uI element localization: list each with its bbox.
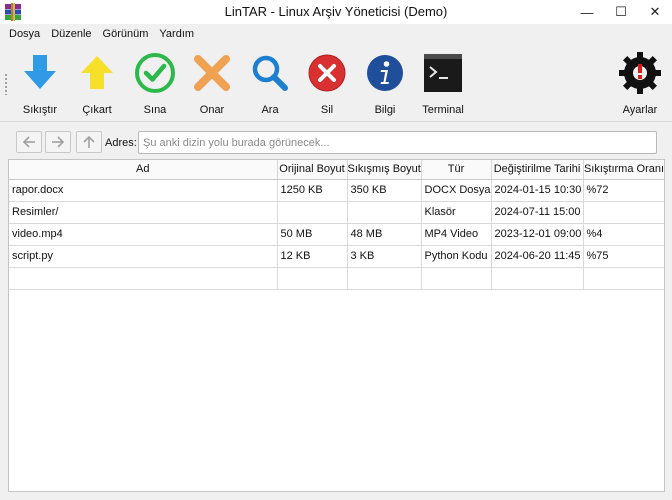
empty-cell [277,267,348,290]
settings-button[interactable]: Ayarlar [614,43,666,121]
search-label: Ara [261,104,279,116]
terminal-icon [424,54,462,92]
extract-label: Çıkart [82,104,112,116]
terminal-label: Terminal [422,104,464,116]
menu-dosya[interactable]: Dosya [4,28,46,40]
cell-original-size [277,201,348,224]
address-label: Adres: [105,137,137,149]
arrow-up-icon [81,56,113,89]
arrow-right-icon [52,136,65,148]
close-button[interactable]: ✕ [638,0,672,24]
cell-type: Klasör [421,201,492,224]
file-table: Ad Orijinal Boyut Sıkışmış Boyut Tür Değ… [8,159,665,492]
cell-compressed-size [347,201,422,224]
arrow-up-small-icon [83,135,95,148]
table-row[interactable]: Resimler/ Klasör 2024-07-11 15:00 [9,201,664,224]
delete-button[interactable]: Sil [305,43,349,121]
empty-cell [347,267,422,290]
cell-original-size: 1250 KB [277,179,348,202]
extract-button[interactable]: Çıkart [76,43,118,121]
column-header-modified[interactable]: Değiştirilme Tarihi [491,160,584,180]
empty-cell [9,267,278,290]
toolbar: Sıkıştır Çıkart Sına Onar Ara Sil Bilgi … [0,43,672,121]
arrow-left-icon [22,136,35,148]
menu-gorunum[interactable]: Görünüm [98,28,155,40]
info-label: Bilgi [374,104,396,116]
search-button[interactable]: Ara [248,43,292,121]
cell-modified: 2024-01-15 10:30 [491,179,584,202]
address-bar: Adres: [0,121,672,159]
info-circle-icon [367,55,403,91]
cell-type: Python Kodu [421,245,492,268]
delete-label: Sil [320,104,334,116]
forward-button[interactable] [45,131,71,153]
column-header-name[interactable]: Ad [9,160,278,180]
info-button[interactable]: Bilgi [363,43,407,121]
column-header-type[interactable]: Tür [421,160,492,180]
test-button[interactable]: Sına [133,43,177,121]
toolbar-grip[interactable] [4,73,8,95]
table-row[interactable]: rapor.docx 1250 KB 350 KB DOCX Dosyası 2… [9,179,664,202]
compress-label: Sıkıştır [22,104,58,116]
cell-ratio: %75 [583,245,664,268]
cell-compressed-size: 3 KB [347,245,422,268]
delete-circle-icon [308,54,346,92]
table-header-row: Ad Orijinal Boyut Sıkışmış Boyut Tür Değ… [9,160,664,180]
column-header-compressed-size[interactable]: Sıkışmış Boyut [347,160,422,180]
cell-original-size: 12 KB [277,245,348,268]
menu-yardim[interactable]: Yardım [154,28,200,40]
up-button[interactable] [76,131,102,153]
cell-type: DOCX Dosyası [421,179,492,202]
cell-name: video.mp4 [9,223,278,246]
cell-name: Resimler/ [9,201,278,224]
menu-bar: Dosya Düzenle Görünüm Yardım [0,24,672,43]
back-button[interactable] [16,131,42,153]
cell-ratio [583,201,664,224]
terminal-button[interactable]: Terminal [420,43,466,121]
column-header-ratio[interactable]: Sıkıştırma Oranı [583,160,664,180]
cell-name: rapor.docx [9,179,278,202]
address-input[interactable] [138,131,657,154]
cell-modified: 2023-12-01 09:00 [491,223,584,246]
cell-name: script.py [9,245,278,268]
minimize-button[interactable]: — [570,0,604,24]
empty-cell [421,267,492,290]
cell-compressed-size: 48 MB [347,223,422,246]
empty-table-row [9,267,664,290]
menu-duzenle[interactable]: Düzenle [46,28,97,40]
repair-button[interactable]: Onar [190,43,234,121]
cell-ratio: %4 [583,223,664,246]
compress-button[interactable]: Sıkıştır [19,43,61,121]
magnifier-icon [252,55,288,91]
cell-original-size: 50 MB [277,223,348,246]
title-bar: LinTAR - Linux Arşiv Yöneticisi (Demo) —… [0,0,672,24]
arrow-down-icon [24,55,56,89]
cell-modified: 2024-06-20 11:45 [491,245,584,268]
cell-ratio: %72 [583,179,664,202]
cell-compressed-size: 350 KB [347,179,422,202]
test-label: Sına [143,104,167,116]
settings-label: Ayarlar [622,104,658,116]
table-row[interactable]: script.py 12 KB 3 KB Python Kodu 2024-06… [9,245,664,268]
repair-label: Onar [199,104,225,116]
table-row[interactable]: video.mp4 50 MB 48 MB MP4 Video 2023-12-… [9,223,664,246]
maximize-button[interactable]: ☐ [604,0,638,24]
empty-cell [491,267,584,290]
cell-type: MP4 Video [421,223,492,246]
column-header-original-size[interactable]: Orijinal Boyut [277,160,348,180]
check-circle-icon [135,53,175,93]
gear-icon [619,52,661,94]
cell-modified: 2024-07-11 15:00 [491,201,584,224]
repair-x-icon [194,55,230,91]
empty-cell [583,267,664,290]
